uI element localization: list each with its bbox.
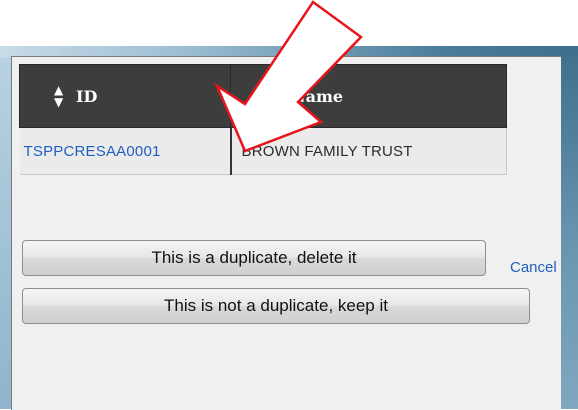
table-row: TSPPCRESAA0001 BROWN FAMILY TRUST: [19, 127, 507, 175]
keep-record-button[interactable]: This is not a duplicate, keep it: [22, 288, 530, 324]
column-header-name-label: Name: [291, 86, 344, 106]
delete-duplicate-button[interactable]: This is a duplicate, delete it: [22, 240, 486, 276]
table-header-row: ▲ ▼ ID Name: [19, 64, 507, 128]
cell-name: BROWN FAMILY TRUST: [230, 127, 507, 175]
record-name: BROWN FAMILY TRUST: [241, 142, 413, 160]
record-id-link[interactable]: TSPPCRESAA0001: [20, 143, 161, 160]
window-frame-edge: [560, 46, 578, 409]
duplicate-records-table: ▲ ▼ ID Name TSPPCRESAA0001 BROWN FAMILY T…: [19, 64, 507, 175]
sort-updown-icon[interactable]: ▲ ▼: [54, 84, 64, 108]
column-header-id[interactable]: ▲ ▼ ID: [19, 64, 231, 128]
column-header-name[interactable]: Name: [230, 64, 507, 128]
cancel-link[interactable]: Cancel: [510, 259, 557, 276]
column-header-id-label: ID: [76, 86, 98, 106]
cell-id[interactable]: TSPPCRESAA0001: [19, 127, 232, 175]
